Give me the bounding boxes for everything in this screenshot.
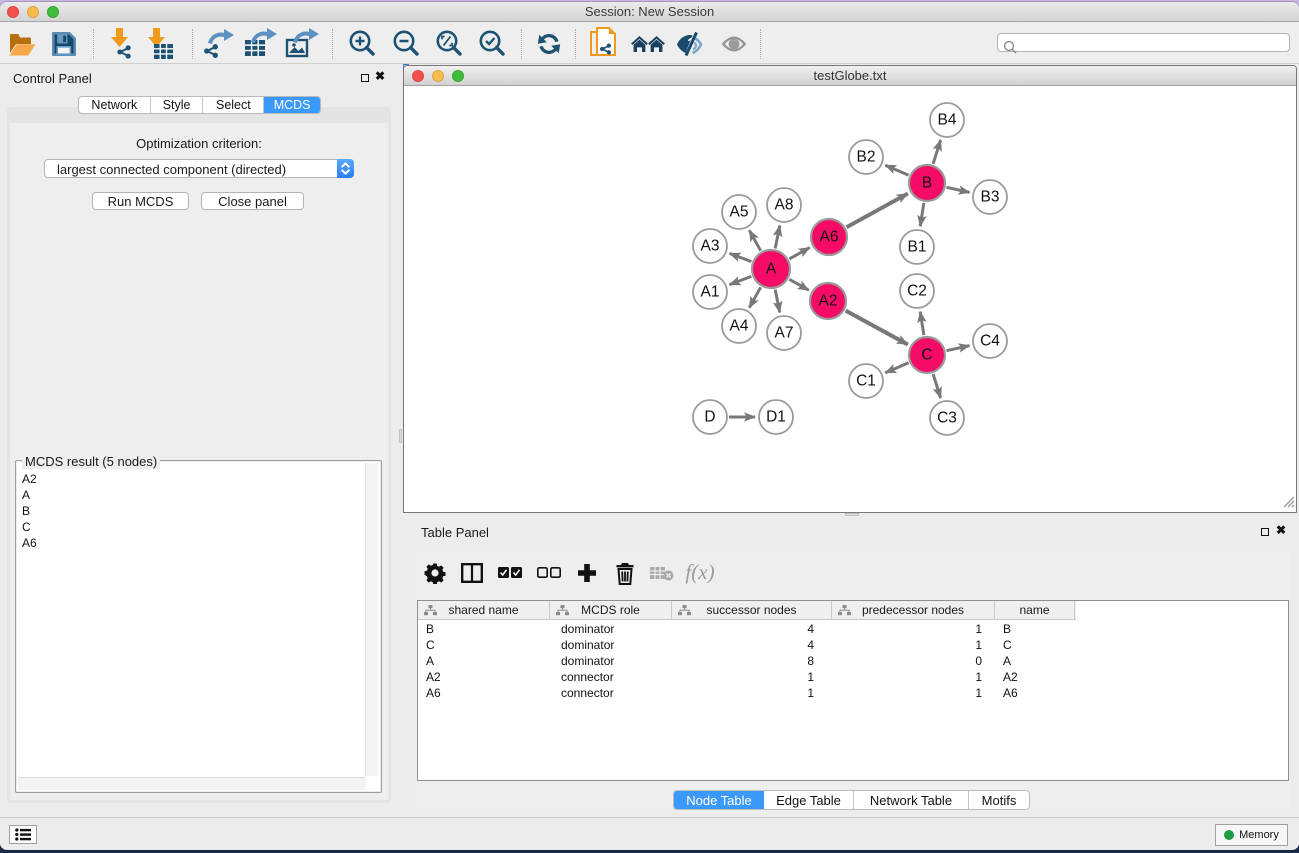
svg-text:A2: A2 <box>819 293 838 310</box>
svg-text:B2: B2 <box>857 149 876 166</box>
svg-text:A7: A7 <box>775 325 794 342</box>
svg-text:A1: A1 <box>701 284 720 301</box>
svg-text:D: D <box>704 409 715 426</box>
svg-text:B1: B1 <box>908 239 927 256</box>
svg-text:D1: D1 <box>766 409 786 426</box>
svg-text:B4: B4 <box>938 112 957 129</box>
svg-text:A8: A8 <box>775 197 794 214</box>
svg-text:B3: B3 <box>981 189 1000 206</box>
svg-text:B: B <box>922 175 932 192</box>
svg-text:C4: C4 <box>980 333 1000 350</box>
svg-text:C3: C3 <box>937 410 957 427</box>
svg-text:C2: C2 <box>907 283 927 300</box>
svg-text:A6: A6 <box>820 229 839 246</box>
svg-text:C: C <box>921 347 932 364</box>
svg-text:C1: C1 <box>856 373 876 390</box>
svg-text:A5: A5 <box>730 204 749 221</box>
svg-text:A: A <box>766 261 777 278</box>
svg-text:A3: A3 <box>701 238 720 255</box>
svg-text:A4: A4 <box>730 318 749 335</box>
